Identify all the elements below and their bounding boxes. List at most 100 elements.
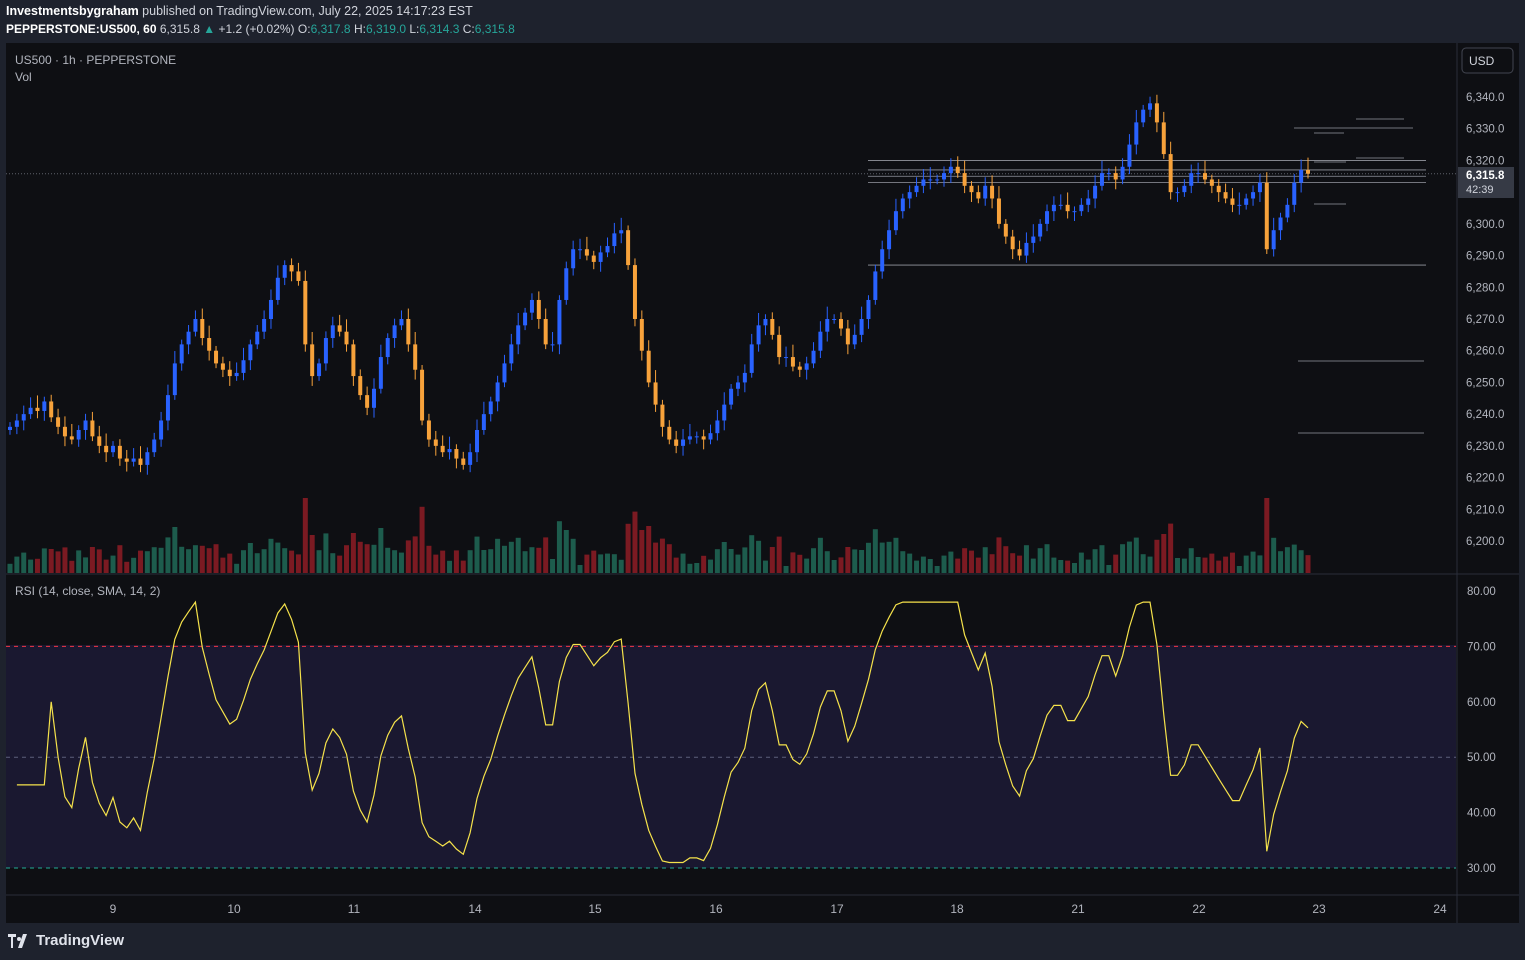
candle-body [1223,192,1228,199]
candle-body [385,338,390,358]
candle-body [8,426,12,430]
volume-bar [179,546,185,573]
volume-bar [556,521,562,573]
chart-svg[interactable]: 6,340.06,330.06,320.06,310.06,300.06,290… [6,43,1519,923]
candle-body [1237,204,1242,206]
candle-body [1134,122,1139,145]
candle-body [516,325,521,345]
volume-bar [1278,551,1284,573]
candle-body [317,363,322,377]
volume-bar [385,547,391,573]
rsi-tick-label: 40.00 [1467,808,1496,820]
volume-bar [680,553,686,573]
volume-bar [776,536,782,573]
candle-body [145,452,150,465]
volume-bar [62,547,68,573]
time-tick-label: 21 [1071,902,1085,916]
candle-body [1196,173,1201,175]
candle-body [152,439,157,453]
volume-bar [769,547,775,573]
volume-bar [975,557,981,573]
volume-bar [344,545,350,573]
candle-body [399,319,404,326]
candle-body [1038,223,1043,237]
time-tick-label: 24 [1433,902,1447,916]
volume-bar [577,565,583,573]
candle-body [598,252,603,262]
candle-body [275,277,280,300]
candle-body [1045,211,1050,224]
candle-body [268,299,273,319]
candle-body [1031,236,1036,243]
candle-body [509,344,514,364]
candle-body [234,372,239,377]
candle-body [784,357,789,359]
volume-bar [598,554,604,573]
volume-bar [1044,544,1050,573]
volume-bar [948,551,954,573]
candle-body [722,404,727,421]
candle-body [310,344,315,377]
volume-bar [735,554,741,573]
candle-body [344,331,349,345]
chart-legend-title: US500 · 1h · PEPPERSTONE [15,53,176,67]
volume-bar [797,554,803,573]
volume-bar [124,561,130,573]
volume-bar [1113,554,1119,573]
candle-body [461,458,466,465]
volume-bar [69,560,75,573]
candle-body [378,357,383,389]
chart-area[interactable]: 6,340.06,330.06,320.06,310.06,300.06,290… [6,43,1519,923]
volume-bar [907,553,913,573]
candle-body [591,255,596,262]
candle-body [619,230,624,234]
countdown: 42:39 [1466,184,1494,196]
candle-body [914,185,919,193]
volume-bar [604,553,610,573]
candle-body [550,344,555,346]
volume-bar [172,527,178,573]
candle-body [90,420,95,437]
price-change: +1.2 (+0.02%) [218,22,295,36]
volume-bar [254,553,260,573]
candle-body [969,185,974,193]
volume-bar [632,511,638,573]
candle-body [262,319,267,332]
volume-bar [1298,550,1304,573]
time-tick-label: 16 [709,902,723,916]
volume-bar [522,551,528,573]
volume-bar [41,548,47,573]
candle-body [440,445,445,453]
candle-body [28,407,33,415]
time-tick-label: 23 [1312,902,1326,916]
candle-body [76,430,81,440]
candle-body [1230,198,1235,205]
volume-bar [1071,563,1077,573]
candle-body [1065,204,1070,212]
volume-bar [1106,565,1112,573]
candle-body [296,271,301,281]
volume-bar [1037,548,1043,573]
volume-bar [199,545,205,573]
volume-bar [55,551,61,573]
volume-bar [673,557,679,573]
tradingview-logo[interactable]: TradingView [8,932,124,949]
price-tick-label: 6,290.0 [1466,251,1504,263]
volume-bar [934,566,940,573]
candle-body [49,401,54,418]
volume-bar [845,547,851,573]
time-tick-label: 14 [468,902,482,916]
candle-body [69,436,74,440]
author-name[interactable]: Investmentsbygraham [6,4,139,18]
candle-body [35,407,40,411]
volume-bar [886,541,892,573]
volume-bar [893,537,899,573]
candle-body [557,299,562,345]
volume-bar [721,542,727,573]
volume-bar [234,563,240,573]
publish-info: published on TradingView.com, July 22, 2… [142,4,473,18]
price-tick-label: 6,200.0 [1466,536,1504,548]
volume-bar [1236,566,1242,573]
candle-body [186,331,191,345]
price-axis[interactable]: 6,340.06,330.06,320.06,310.06,300.06,290… [1466,92,1504,548]
